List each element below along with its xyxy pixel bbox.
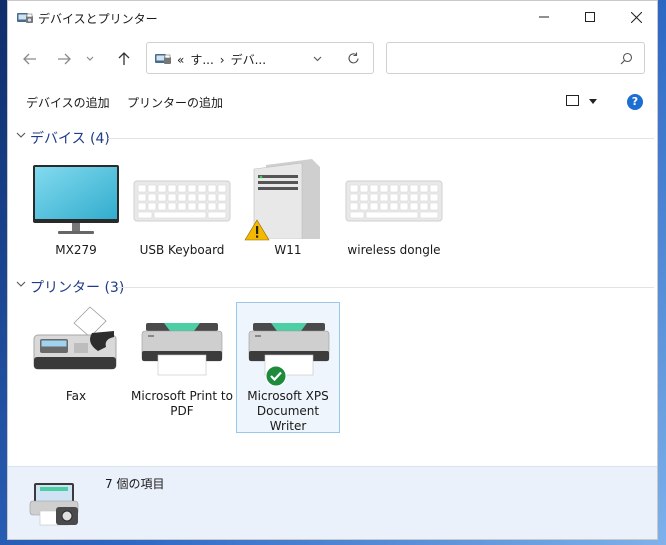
printer-name: Microsoft Print to PDF <box>131 389 233 418</box>
back-button[interactable] <box>16 45 44 73</box>
fax-icon <box>33 306 117 370</box>
printer-icon <box>141 323 223 376</box>
breadcrumb-item[interactable]: す... <box>190 53 213 67</box>
printer-name: Microsoft XPS Document Writer <box>247 389 329 433</box>
warning-icon <box>244 219 270 241</box>
device-item[interactable]: W11 <box>236 159 340 258</box>
chevron-down-icon[interactable] <box>16 279 26 289</box>
add-device-button[interactable]: デバイスの追加 <box>26 94 110 111</box>
recent-locations-button[interactable] <box>82 45 98 73</box>
chevron-down-icon[interactable] <box>313 56 322 62</box>
devices-printers-icon <box>29 483 79 526</box>
breadcrumb-item[interactable]: デバ... <box>231 53 266 67</box>
help-icon[interactable]: ? <box>627 94 643 110</box>
group-divider <box>118 287 654 288</box>
search-input[interactable] <box>393 49 617 69</box>
group-label: デバイス (4) <box>30 131 110 147</box>
back-arrow-icon <box>23 53 36 65</box>
devices-printers-icon <box>155 54 171 64</box>
window-title: デバイスとプリンター <box>38 12 158 26</box>
close-button[interactable] <box>613 1 657 33</box>
chevron-down-icon[interactable] <box>589 99 597 104</box>
item-count: 7 個の項目 <box>105 477 165 491</box>
chevron-down-icon <box>86 56 94 61</box>
address-bar[interactable]: « す... › デバ... <box>146 42 374 74</box>
devices-printers-icon <box>17 13 33 23</box>
chevron-down-icon[interactable] <box>16 130 26 140</box>
minimize-button[interactable] <box>521 1 567 33</box>
breadcrumb-overflow[interactable]: « <box>177 53 184 67</box>
breadcrumb: « す... › デバ... <box>177 51 272 68</box>
details-pane: 7 個の項目 <box>8 466 657 539</box>
printer-name: Fax <box>65 389 87 403</box>
title-bar[interactable]: デバイスとプリンター <box>8 1 657 33</box>
device-name: wireless dongle <box>347 243 441 257</box>
content-area: デバイス (4) MX279 USB Keyboard W11 wireless… <box>8 119 657 463</box>
device-item[interactable]: MX279 <box>24 159 128 258</box>
view-options-icon[interactable] <box>566 95 580 107</box>
add-printer-button[interactable]: プリンターの追加 <box>127 94 223 111</box>
keyboard-icon <box>133 180 231 222</box>
keyboard-icon <box>345 180 443 222</box>
printer-icon <box>248 323 330 376</box>
device-item[interactable]: wireless dongle <box>342 159 446 258</box>
forward-arrow-icon <box>58 53 71 65</box>
forward-button[interactable] <box>50 45 78 73</box>
printer-item-selected[interactable]: Microsoft XPS Document Writer <box>236 302 340 433</box>
refresh-icon[interactable] <box>347 52 360 65</box>
up-button[interactable] <box>110 45 138 73</box>
breadcrumb-separator[interactable]: › <box>220 53 225 67</box>
printer-item[interactable]: Microsoft Print to PDF <box>130 305 234 419</box>
device-name: MX279 <box>55 243 97 257</box>
device-item[interactable]: USB Keyboard <box>130 159 234 258</box>
maximize-icon <box>585 12 595 22</box>
device-name: W11 <box>274 243 302 257</box>
group-header-printers[interactable]: プリンター (3) <box>14 277 654 297</box>
command-bar: デバイスの追加 プリンターの追加 ? <box>8 87 657 117</box>
group-divider <box>108 138 654 139</box>
search-box[interactable] <box>386 42 645 74</box>
navigation-bar: « す... › デバ... <box>8 37 657 81</box>
monitor-icon <box>33 165 119 234</box>
devices-printers-window: デバイスとプリンター « す... › デバ... デバイスの追加 プリンターの… <box>7 0 658 540</box>
minimize-icon <box>539 16 549 18</box>
device-name: USB Keyboard <box>139 243 225 257</box>
close-icon <box>630 11 642 23</box>
up-arrow-icon <box>118 52 130 65</box>
maximize-button[interactable] <box>567 1 613 33</box>
printer-item[interactable]: Fax <box>24 305 128 404</box>
group-label: プリンター (3) <box>30 280 125 296</box>
group-header-devices[interactable]: デバイス (4) <box>14 128 654 148</box>
default-check-icon <box>265 365 287 387</box>
search-icon[interactable] <box>620 52 633 65</box>
